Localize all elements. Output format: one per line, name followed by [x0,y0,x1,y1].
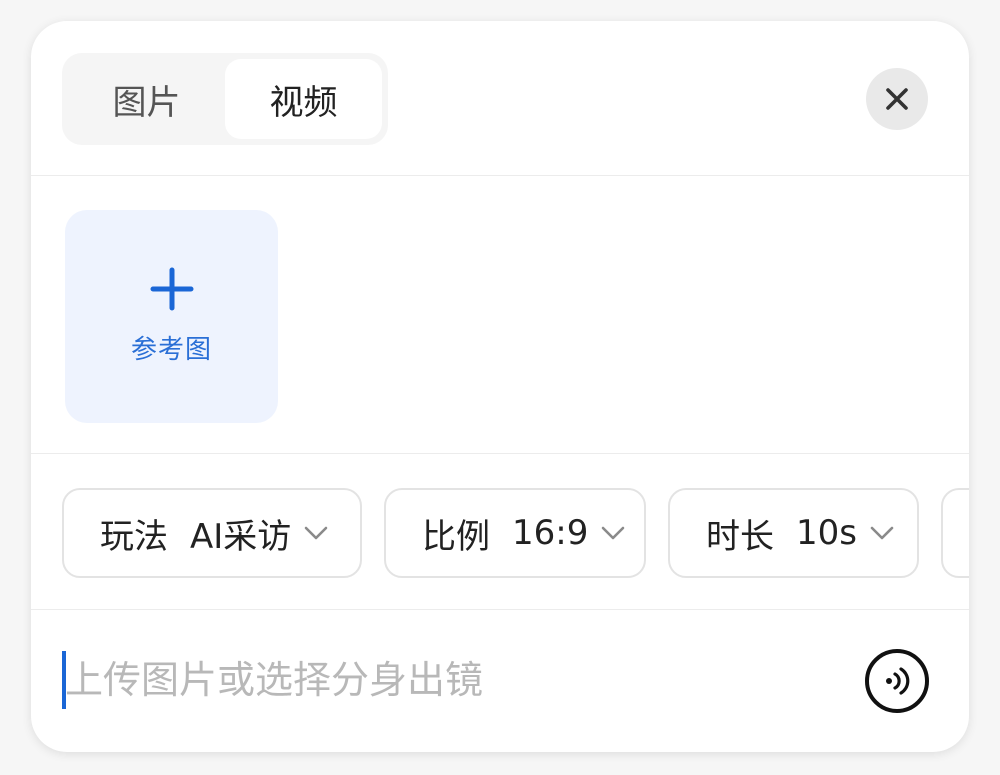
plus-icon [150,267,193,311]
tab-image[interactable]: 图片 [68,59,225,139]
prompt-input[interactable] [65,646,845,714]
close-button[interactable] [866,68,928,130]
voice-input-button[interactable] [865,649,929,713]
chevron-down-icon [600,525,626,541]
option-chip-duration[interactable]: 时长 10s [668,488,919,578]
mode-switch: 图片 视频 [62,53,388,145]
divider [31,175,969,176]
add-reference-image-button[interactable]: 参考图 [65,210,278,423]
prompt-row [31,610,969,752]
chevron-down-icon [869,525,895,541]
panel-header: 图片 视频 [31,21,969,175]
reference-label: 参考图 [130,335,212,365]
close-icon [886,88,908,110]
option-value: 16:9 [512,513,589,553]
creation-panel: 图片 视频 参考图 玩法 AI采访 比例 16:9 时长 10s [31,21,969,752]
tab-video[interactable]: 视频 [225,59,382,139]
divider [31,453,969,454]
option-chip-more[interactable] [941,488,969,578]
option-key: 比例 [422,516,490,557]
option-chip-mode[interactable]: 玩法 AI采访 [62,488,362,578]
option-key: 时长 [706,516,774,557]
option-chip-ratio[interactable]: 比例 16:9 [384,488,646,578]
voice-icon [886,667,910,695]
option-value: 10s [796,513,857,553]
option-value: AI采访 [190,516,292,557]
chevron-down-icon [303,525,329,541]
option-key: 玩法 [100,516,168,557]
